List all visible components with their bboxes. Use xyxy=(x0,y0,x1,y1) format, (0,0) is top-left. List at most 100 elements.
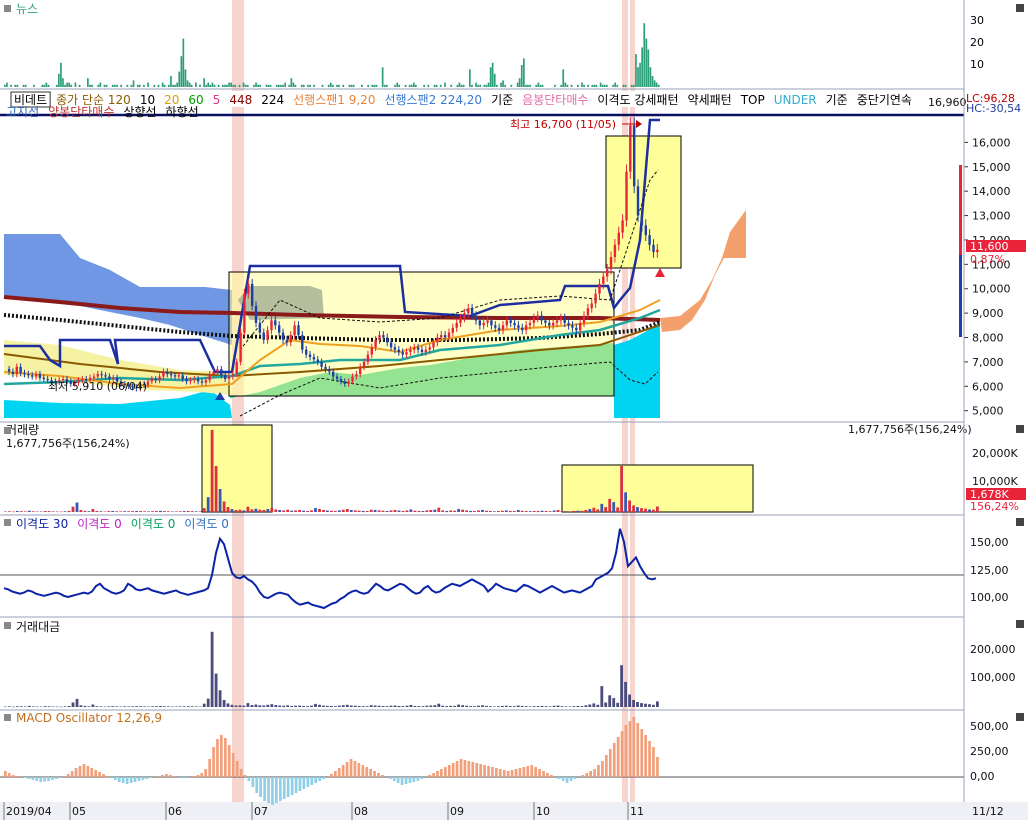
candle xyxy=(146,381,150,386)
volume-bar xyxy=(548,511,552,512)
macd-bar xyxy=(597,765,600,777)
collapse-icon[interactable] xyxy=(4,622,11,629)
collapse-icon[interactable] xyxy=(4,427,11,434)
news-bar xyxy=(16,84,19,87)
candle xyxy=(513,322,516,326)
volume-bar xyxy=(349,510,353,512)
candle xyxy=(355,374,358,377)
news-bar xyxy=(172,84,174,87)
news-bar xyxy=(520,65,523,87)
news-bar xyxy=(170,76,172,87)
trading-value-bar xyxy=(608,695,612,707)
close-icon[interactable] xyxy=(1016,425,1024,433)
trading-value-bar xyxy=(75,698,79,707)
candle xyxy=(567,322,570,326)
macd-bar xyxy=(294,777,298,793)
macd-bar xyxy=(212,747,215,777)
legend-item: 이격도 강세패턴 xyxy=(597,93,678,107)
news-bar xyxy=(161,82,164,87)
volume-bar xyxy=(47,511,51,512)
close-icon[interactable] xyxy=(1016,620,1024,628)
candle xyxy=(212,371,215,375)
close-icon[interactable] xyxy=(1016,4,1024,12)
trading-value-bar xyxy=(473,706,476,707)
news-bar xyxy=(45,82,48,87)
news-bar xyxy=(375,84,378,87)
news-bar xyxy=(226,84,228,87)
macd-bar xyxy=(141,777,145,780)
macd-bar xyxy=(498,769,502,777)
macd-bar xyxy=(502,770,506,777)
volume-bar xyxy=(489,511,492,512)
macd-bar xyxy=(43,777,46,782)
news-bar xyxy=(577,84,579,87)
volume-bar xyxy=(226,507,230,512)
volume-bar xyxy=(334,511,337,512)
legend-item: 선행스팬2 224,20 xyxy=(384,92,482,107)
news-bar xyxy=(458,82,461,87)
macd-bar xyxy=(573,777,577,779)
news-bar xyxy=(230,82,232,87)
macd-bar xyxy=(125,777,129,784)
news-bar xyxy=(282,84,284,87)
candle xyxy=(656,249,659,253)
macd-bar xyxy=(271,777,274,805)
macd-bar xyxy=(373,771,376,777)
macd-bar xyxy=(121,777,125,783)
candle xyxy=(555,320,559,323)
trading-value-bar xyxy=(31,706,35,707)
collapse-icon[interactable] xyxy=(4,5,11,12)
news-bar xyxy=(641,47,643,87)
news-bar xyxy=(14,84,17,87)
candle xyxy=(169,374,173,376)
price-y-tick: 13,000 xyxy=(972,210,1011,223)
candle xyxy=(166,371,169,375)
collapse-icon[interactable] xyxy=(4,714,11,721)
trading-value-bar xyxy=(103,706,107,708)
news-bar xyxy=(433,84,436,87)
volume-bar xyxy=(540,510,544,512)
macd-bar xyxy=(349,759,353,777)
volume-panel-subtitle: 1,677,756주(156,24%) xyxy=(6,437,130,450)
macd-bar xyxy=(471,762,475,777)
trading-value-bar xyxy=(604,702,608,707)
candle xyxy=(443,335,447,338)
trading-value-bar xyxy=(449,705,453,707)
volume-bar xyxy=(286,509,290,512)
legend-item: TOP xyxy=(740,93,765,107)
volume-bar xyxy=(640,508,643,512)
trading-value-bar xyxy=(437,703,441,707)
candle xyxy=(486,320,489,323)
volume-bar xyxy=(481,509,484,512)
volume-bar xyxy=(330,510,333,512)
trading-value-bar xyxy=(175,706,178,707)
news-bar xyxy=(398,84,401,87)
macd-bar xyxy=(74,768,78,777)
legend-item: 음봉단타매수 xyxy=(522,93,588,107)
candle xyxy=(305,349,308,355)
trading-value-bar xyxy=(397,705,401,707)
news-bar xyxy=(560,84,563,87)
macd-bar xyxy=(290,777,294,795)
date-label: 2019/04 xyxy=(6,805,52,818)
candle xyxy=(374,340,377,348)
close-icon[interactable] xyxy=(1016,518,1024,526)
macd-bar xyxy=(408,777,412,783)
trading-value-bar xyxy=(540,705,544,707)
macd-bar xyxy=(114,777,117,780)
close-icon[interactable] xyxy=(1016,713,1024,721)
macd-bar xyxy=(51,777,54,780)
news-bar xyxy=(423,84,425,87)
macd-bar xyxy=(117,777,121,782)
volume-bar xyxy=(341,509,345,512)
volume-bar xyxy=(39,511,43,512)
macd-bar xyxy=(66,774,70,777)
news-bar xyxy=(603,84,606,87)
news-bar xyxy=(43,84,46,87)
news-bar xyxy=(383,84,386,87)
volume-bar xyxy=(242,510,246,512)
collapse-icon[interactable] xyxy=(4,519,11,526)
news-bar xyxy=(99,82,102,87)
disparity-legend-item: 이격도 30 xyxy=(16,517,68,531)
news-bar xyxy=(211,82,214,87)
